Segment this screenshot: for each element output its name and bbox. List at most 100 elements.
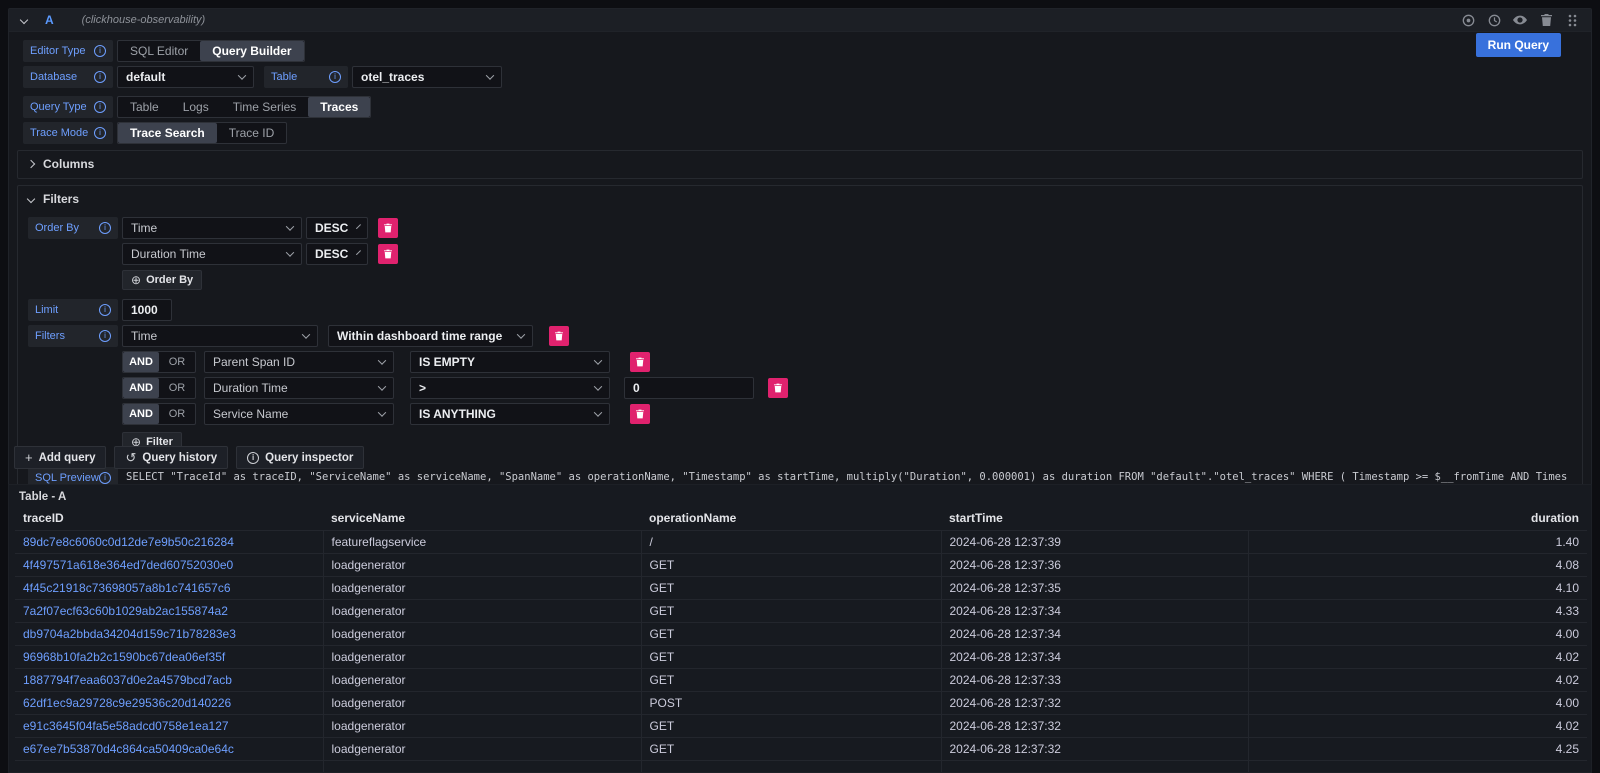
- time-filter-row: Filters Time Within dashboard time range: [28, 325, 1572, 347]
- drag-handle-icon[interactable]: [1565, 13, 1579, 27]
- tab-trace-id[interactable]: Trace ID: [217, 123, 287, 143]
- or-option[interactable]: OR: [159, 378, 195, 398]
- tab-time-series[interactable]: Time Series: [221, 97, 309, 117]
- tab-traces[interactable]: Traces: [308, 97, 370, 117]
- and-or-toggle: AND OR: [122, 351, 196, 373]
- collapse-query-icon[interactable]: [20, 16, 28, 24]
- column-header-servicename[interactable]: serviceName: [323, 507, 641, 531]
- tab-query-builder[interactable]: Query Builder: [200, 41, 303, 61]
- operation-name-cell: [641, 761, 941, 773]
- trace-id-link[interactable]: 1887794f7eaa6037d0e2a4579bcd7acb: [23, 673, 232, 687]
- or-option[interactable]: OR: [159, 404, 195, 424]
- filter-operator-select[interactable]: IS ANYTHING: [410, 403, 610, 425]
- remove-filter-button[interactable]: [630, 404, 650, 424]
- remove-filter-button[interactable]: [768, 378, 788, 398]
- service-name-cell: loadgenerator: [323, 646, 641, 669]
- info-icon[interactable]: [99, 472, 111, 484]
- database-select[interactable]: default: [117, 66, 254, 88]
- trace-id-link[interactable]: e91c3645f04fa5e58adcd0758e1ea127: [23, 719, 229, 733]
- table-row: 89dc7e8c6060c0d12de7e9b50c216284 feature…: [15, 531, 1587, 554]
- table-row: e91c3645f04fa5e58adcd0758e1ea127 loadgen…: [15, 715, 1587, 738]
- operation-name-cell: GET: [641, 600, 941, 623]
- filter-field-select[interactable]: Service Name: [204, 403, 394, 425]
- query-footer-actions: + Add query ↺ Query history Query inspec…: [14, 446, 364, 469]
- duration-cell: 4.08: [1248, 554, 1587, 577]
- eye-icon[interactable]: [1513, 13, 1527, 27]
- filter-field-select[interactable]: Parent Span ID: [204, 351, 394, 373]
- limit-input[interactable]: 1000: [122, 299, 172, 321]
- operation-name-cell: GET: [641, 669, 941, 692]
- trace-id-link[interactable]: e67ee7b53870d4c864ca50409ca0e64c: [23, 742, 234, 756]
- info-icon[interactable]: [329, 71, 341, 83]
- spacer: [28, 254, 118, 255]
- plus-circle-icon: ⊕: [131, 274, 141, 286]
- trace-id-link[interactable]: 89dc7e8c6060c0d12de7e9b50c216284: [23, 535, 234, 549]
- info-icon[interactable]: [99, 222, 111, 234]
- and-option[interactable]: AND: [123, 378, 159, 398]
- remove-order-by-button[interactable]: [378, 244, 398, 264]
- clock-icon[interactable]: [1487, 13, 1501, 27]
- table-select[interactable]: otel_traces: [352, 66, 502, 88]
- tab-trace-search[interactable]: Trace Search: [118, 123, 217, 143]
- filter-operator-select[interactable]: IS EMPTY: [410, 351, 610, 373]
- info-icon[interactable]: [94, 127, 106, 139]
- trash-icon[interactable]: [1539, 13, 1553, 27]
- run-query-button[interactable]: Run Query: [1476, 33, 1561, 57]
- order-by-direction-select[interactable]: DESC: [306, 243, 368, 265]
- trace-id-link[interactable]: 4f45c21918c73698057a8b1c741657c6: [23, 581, 231, 595]
- start-time-cell: 2024-06-28 12:37:35: [941, 577, 1248, 600]
- info-icon[interactable]: [94, 101, 106, 113]
- trace-id-link[interactable]: 4f497571a618e364ed7ded60752030e0: [23, 558, 233, 572]
- columns-section-header[interactable]: Columns: [28, 154, 1572, 174]
- datasource-name: (clickhouse-observability): [82, 14, 206, 26]
- spacer: [28, 388, 118, 389]
- info-icon[interactable]: [94, 45, 106, 57]
- filters-section-header[interactable]: Filters: [28, 189, 1572, 209]
- filter-operator-select[interactable]: Within dashboard time range: [328, 325, 533, 347]
- filter-field-select[interactable]: Time: [122, 325, 318, 347]
- duration-cell: 4.10: [1248, 577, 1587, 600]
- info-icon: [247, 452, 259, 464]
- remove-filter-button[interactable]: [549, 326, 569, 346]
- column-header-duration[interactable]: duration: [1248, 507, 1587, 531]
- service-name-cell: loadgenerator: [323, 715, 641, 738]
- tab-sql-editor[interactable]: SQL Editor: [118, 41, 200, 61]
- column-header-operationname[interactable]: operationName: [641, 507, 941, 531]
- order-by-field-select[interactable]: Time: [122, 217, 302, 239]
- trace-id-link[interactable]: 7a2f07ecf63c60b1029ab2ac155874a2: [23, 604, 228, 618]
- order-by-field-select[interactable]: Duration Time: [122, 243, 302, 265]
- add-query-button[interactable]: + Add query: [14, 446, 106, 469]
- limit-row: Limit 1000: [28, 299, 1572, 321]
- filter-field-select[interactable]: Duration Time: [204, 377, 394, 399]
- start-time-cell: 2024-06-28 12:37:34: [941, 623, 1248, 646]
- tab-logs[interactable]: Logs: [171, 97, 221, 117]
- column-header-traceid[interactable]: traceID: [15, 507, 323, 531]
- record-icon[interactable]: [1461, 13, 1475, 27]
- and-option[interactable]: AND: [123, 404, 159, 424]
- add-order-by-button[interactable]: ⊕ Order By: [122, 270, 202, 290]
- trace-id-link[interactable]: 62df1ec9a29728c9e29536c20d140226: [23, 696, 231, 710]
- trace-id-link[interactable]: db9704a2bbda34204d159c71b78283e3: [23, 627, 236, 641]
- info-icon[interactable]: [99, 330, 111, 342]
- filter-value-input[interactable]: 0: [624, 377, 754, 399]
- info-icon[interactable]: [94, 71, 106, 83]
- results-panel: Table - A traceID serviceName operationN…: [8, 484, 1592, 773]
- spacer: [28, 414, 118, 415]
- filter-operator-select[interactable]: >: [410, 377, 610, 399]
- order-by-direction-select[interactable]: DESC: [306, 217, 368, 239]
- remove-order-by-button[interactable]: [378, 218, 398, 238]
- trace-mode-label: Trace Mode: [23, 122, 113, 144]
- trace-id-link[interactable]: 96968b10fa2b2c1590bc67dea06ef35f: [23, 650, 225, 664]
- remove-filter-button[interactable]: [630, 352, 650, 372]
- info-icon[interactable]: [99, 304, 111, 316]
- table-header-row: traceID serviceName operationName startT…: [15, 507, 1587, 531]
- and-option[interactable]: AND: [123, 352, 159, 372]
- column-header-starttime[interactable]: startTime: [941, 507, 1248, 531]
- tab-table[interactable]: Table: [118, 97, 171, 117]
- query-history-button[interactable]: ↺ Query history: [114, 446, 228, 469]
- or-option[interactable]: OR: [159, 352, 195, 372]
- grafana-query-editor-page: A (clickhouse-observability): [0, 0, 1600, 773]
- plus-icon: +: [25, 450, 33, 465]
- query-inspector-button[interactable]: Query inspector: [236, 446, 364, 469]
- query-row-header[interactable]: A (clickhouse-observability): [9, 9, 1591, 32]
